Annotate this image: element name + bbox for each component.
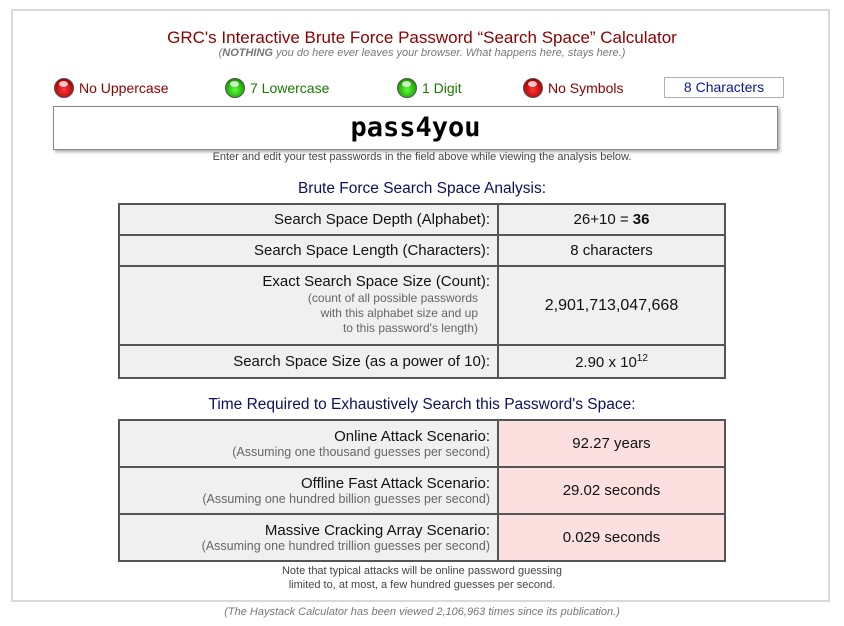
indicator-digit-label: 1 Digit	[422, 80, 462, 96]
depth-value: 26+10 = 36	[497, 203, 726, 236]
offline-value: 29.02 seconds	[497, 466, 726, 515]
online-label-cell: Online Attack Scenario: (Assuming one th…	[118, 419, 499, 468]
indicator-lowercase-label: 7 Lowercase	[250, 80, 330, 96]
exact-size-note-line: (count of all possible passwords	[307, 291, 478, 305]
indicator-uppercase-label: No Uppercase	[79, 80, 169, 96]
online-note: (Assuming one thousand guesses per secon…	[232, 444, 490, 459]
exact-size-note-line: to this password's length)	[342, 321, 478, 335]
indicator-lowercase: 7 Lowercase	[225, 76, 329, 100]
indicator-digit: 1 Digit	[397, 76, 462, 100]
table-row: Search Space Depth (Alphabet): 26+10 = 3…	[118, 203, 726, 236]
offline-label-cell: Offline Fast Attack Scenario: (Assuming …	[118, 466, 499, 515]
attack-note-line: Note that typical attacks will be online…	[281, 565, 563, 577]
offline-note: (Assuming one hundred billion guesses pe…	[202, 491, 490, 506]
length-label: Search Space Length (Characters):	[118, 234, 499, 267]
view-count-footer: (The Haystack Calculator has been viewed…	[224, 606, 620, 618]
power-exponent: 12	[636, 352, 648, 364]
massive-note: (Assuming one hundred trillion guesses p…	[201, 538, 490, 553]
depth-expression: 26+10 =	[573, 211, 633, 228]
table-row: Search Space Size (as a power of 10): 2.…	[118, 344, 726, 379]
attack-note-line: limited to, at most, a few hundred guess…	[288, 579, 556, 591]
analysis-heading: Brute Force Search Space Analysis:	[297, 180, 547, 197]
password-hint: Enter and edit your test passwords in th…	[212, 151, 632, 163]
exact-size-label: Exact Search Space Size (Count):	[262, 273, 490, 290]
page-subtitle: (NOTHING you do here ever leaves your br…	[0, 47, 844, 59]
massive-label: Massive Cracking Array Scenario:	[264, 521, 490, 539]
indicator-symbols-label: No Symbols	[548, 80, 624, 96]
depth-total: 36	[632, 211, 650, 228]
subtitle-text: you do here ever leaves your browser. Wh…	[273, 47, 626, 59]
time-table: Online Attack Scenario: (Assuming one th…	[118, 419, 726, 562]
table-row: Online Attack Scenario: (Assuming one th…	[118, 419, 726, 468]
table-row: Exact Search Space Size (Count): (count …	[118, 265, 726, 346]
online-value: 92.27 years	[497, 419, 726, 468]
table-row: Offline Fast Attack Scenario: (Assuming …	[118, 466, 726, 515]
exact-size-label-cell: Exact Search Space Size (Count): (count …	[118, 265, 499, 346]
power-value: 2.90 x 1012	[497, 344, 726, 379]
exact-size-note-line: with this alphabet size and up	[320, 306, 478, 320]
subtitle-emphasis: NOTHING	[222, 47, 273, 59]
power-label: Search Space Size (as a power of 10):	[118, 344, 499, 379]
time-heading: Time Required to Exhaustively Search thi…	[208, 396, 636, 413]
green-status-light-icon	[225, 78, 245, 98]
length-value: 8 characters	[497, 234, 726, 267]
table-row: Massive Cracking Array Scenario: (Assumi…	[118, 513, 726, 562]
indicator-uppercase: No Uppercase	[54, 76, 169, 100]
massive-label-cell: Massive Cracking Array Scenario: (Assumi…	[118, 513, 499, 562]
exact-size-note: (count of all possible passwords with th…	[120, 291, 490, 336]
online-label: Online Attack Scenario:	[334, 427, 490, 445]
indicator-symbols: No Symbols	[523, 76, 623, 100]
power-mantissa: 2.90 x 10	[575, 353, 637, 371]
depth-label: Search Space Depth (Alphabet):	[118, 203, 499, 236]
green-status-light-icon	[397, 78, 417, 98]
offline-label: Offline Fast Attack Scenario:	[301, 474, 490, 492]
red-status-light-icon	[523, 78, 543, 98]
password-input[interactable]: pass4you	[53, 106, 778, 150]
table-row: Search Space Length (Characters): 8 char…	[118, 234, 726, 267]
analysis-table: Search Space Depth (Alphabet): 26+10 = 3…	[118, 203, 726, 379]
character-count: 8 Characters	[664, 77, 784, 98]
exact-size-value: 2,901,713,047,668	[497, 265, 726, 346]
red-status-light-icon	[54, 78, 74, 98]
page-title: GRC's Interactive Brute Force Password “…	[167, 28, 677, 47]
massive-value: 0.029 seconds	[497, 513, 726, 562]
attack-note: Note that typical attacks will be online…	[0, 564, 844, 592]
